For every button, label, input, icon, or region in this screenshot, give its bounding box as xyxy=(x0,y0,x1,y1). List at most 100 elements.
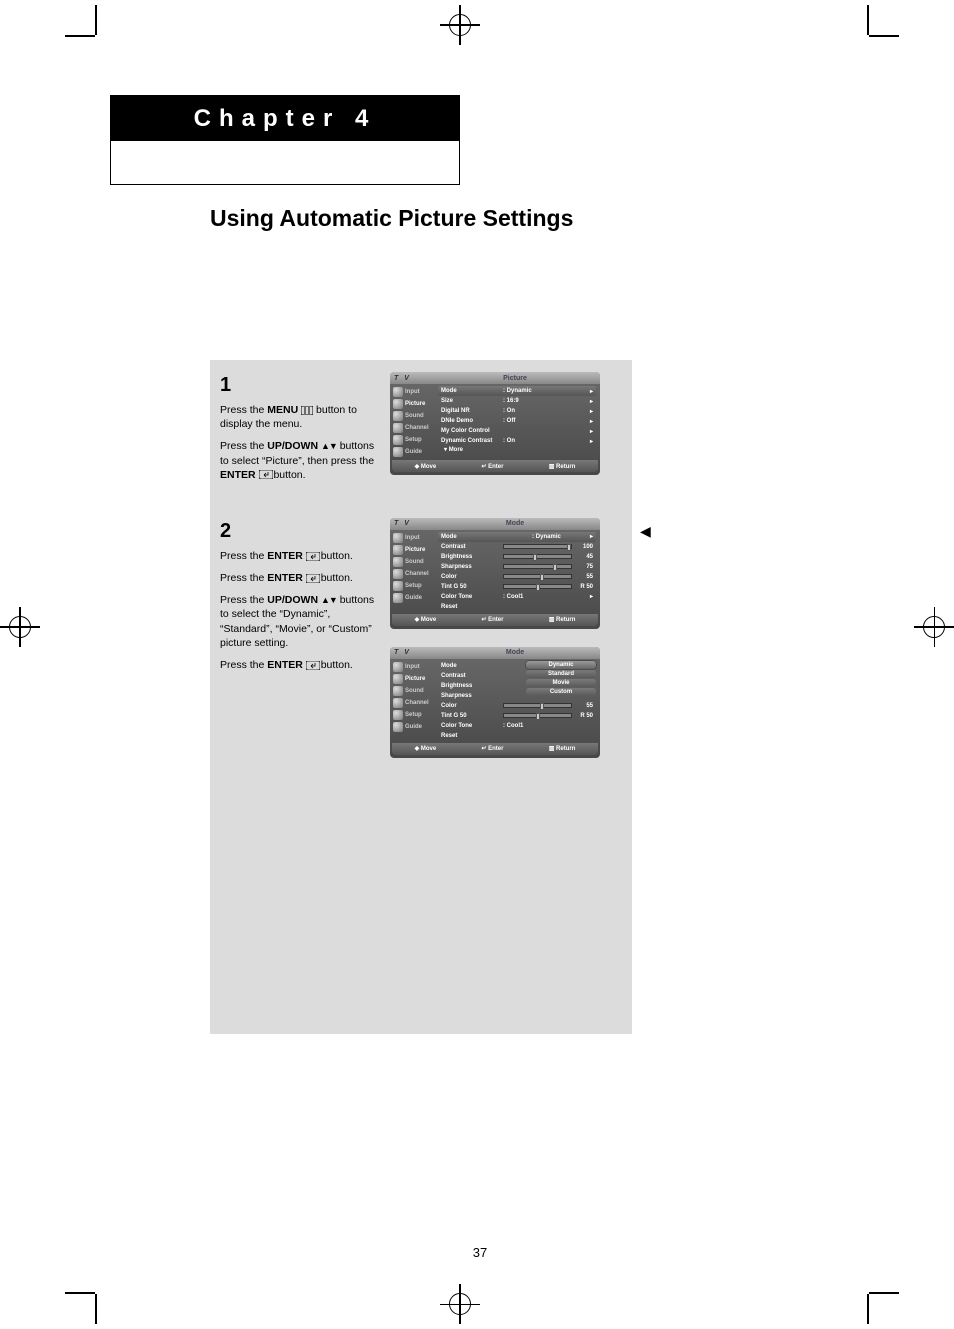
osd-row-label: Mode xyxy=(441,388,503,394)
return-icon: ▥ xyxy=(549,617,555,623)
sidebar-item: Channel xyxy=(405,700,429,706)
enter-label: ENTER xyxy=(267,572,303,584)
text: Press the xyxy=(220,659,267,671)
enter-label: ENTER xyxy=(267,659,303,671)
step-text: 2 Press the ENTER button. Press the ENTE… xyxy=(220,518,390,758)
arrow-right-icon: ▸ xyxy=(590,593,593,600)
osd-row-value: : Dynamic xyxy=(503,388,590,394)
osd-row-value: 100 xyxy=(575,544,593,550)
sidebar-item: Sound xyxy=(405,559,424,565)
enter-label: ENTER xyxy=(220,469,256,481)
sidebar-item: Setup xyxy=(405,712,422,718)
sidebar-item: Input xyxy=(405,535,420,541)
osd-row-value: 55 xyxy=(575,574,593,580)
step-2: 2 Press the ENTER button. Press the ENTE… xyxy=(210,506,632,774)
osd-row-label: My Color Control xyxy=(441,428,503,434)
sidebar-item: Channel xyxy=(405,571,429,577)
osd-row-value: : On xyxy=(503,438,590,444)
text: Press the xyxy=(220,440,267,452)
osd-row-value: 75 xyxy=(575,564,593,570)
updown-label: UP/DOWN xyxy=(267,594,318,606)
crop-mark xyxy=(95,1294,97,1324)
osd-foot-return: Return xyxy=(556,464,575,470)
sidebar-item: Channel xyxy=(405,425,429,431)
registration-mark xyxy=(449,14,471,36)
osd-row-value: 55 xyxy=(575,703,593,709)
slider xyxy=(503,544,572,549)
page-title: Using Automatic Picture Settings xyxy=(210,205,573,232)
move-icon: ◆ xyxy=(415,617,420,623)
arrow-right-icon: ▸ xyxy=(590,438,593,445)
crop-mark xyxy=(65,1292,95,1294)
text: Press the xyxy=(220,594,267,606)
osd-screenshot-picture: T V Picture Input Picture Sound Channel … xyxy=(390,372,600,475)
osd-row-value: : Off xyxy=(503,418,590,424)
sidebar-item: Sound xyxy=(405,413,424,419)
osd-row-label: Color xyxy=(441,703,503,709)
osd-row-label: Reset xyxy=(441,733,503,739)
text: button. xyxy=(321,550,353,562)
step-number: 2 xyxy=(220,518,380,545)
slider xyxy=(503,703,572,708)
crop-mark xyxy=(95,5,97,35)
mode-option-custom: Custom xyxy=(526,688,596,696)
osd-row-value: R 50 xyxy=(575,584,593,590)
enter-icon xyxy=(306,661,318,670)
osd-row-label: Digital NR xyxy=(441,408,503,414)
sidebar-item: Setup xyxy=(405,583,422,589)
chapter-header-box: Chapter 4 xyxy=(110,95,460,185)
osd-row-value: : Cool1 xyxy=(503,594,590,600)
step-number: 1 xyxy=(220,372,380,399)
sidebar-item: Picture xyxy=(405,676,425,682)
move-icon: ◆ xyxy=(415,464,420,470)
osd-row-value: : 16:9 xyxy=(503,398,590,404)
sidebar-item: Input xyxy=(405,389,420,395)
sidebar-item: Guide xyxy=(405,449,422,455)
mode-option-dynamic: Dynamic xyxy=(526,661,596,669)
arrow-right-icon: ▸ xyxy=(590,398,593,405)
mode-option-standard: Standard xyxy=(526,670,596,678)
osd-title: Picture xyxy=(434,375,596,382)
text: Press the xyxy=(220,404,267,416)
osd-more-label: More xyxy=(449,447,463,453)
osd-row-label: Color xyxy=(441,574,503,580)
updown-label: UP/DOWN xyxy=(267,440,318,452)
osd-row-label: Color Tone xyxy=(441,723,503,729)
osd-foot-enter: Enter xyxy=(488,746,503,752)
osd-foot-move: Move xyxy=(421,617,436,623)
enter-icon xyxy=(259,470,271,479)
osd-row-label: Tint G 50 xyxy=(441,584,503,590)
mode-option-movie: Movie xyxy=(526,679,596,687)
slider xyxy=(503,584,572,589)
osd-tv-label: T V xyxy=(394,520,434,527)
slider xyxy=(503,554,572,559)
step-text: 1 Press the MENU button to display the m… xyxy=(220,372,390,490)
sidebar-item: Sound xyxy=(405,688,424,694)
enter-icon: ↵ xyxy=(481,746,486,752)
arrow-right-icon: ▸ xyxy=(590,408,593,415)
osd-tv-label: T V xyxy=(394,375,434,382)
return-icon: ▥ xyxy=(549,746,555,752)
arrow-right-icon: ▸ xyxy=(590,388,593,395)
registration-mark xyxy=(9,616,31,638)
text: button. xyxy=(273,469,305,481)
osd-screenshot-mode-options: T V Mode Input Picture Sound Channel Set… xyxy=(390,647,600,758)
osd-foot-move: Move xyxy=(421,746,436,752)
sidebar-item: Setup xyxy=(405,437,422,443)
osd-tv-label: T V xyxy=(394,649,434,656)
osd-foot-return: Return xyxy=(556,746,575,752)
slider xyxy=(503,564,572,569)
crop-mark xyxy=(65,35,95,37)
updown-icon: ▲▼ xyxy=(321,441,337,451)
osd-row-label: Size xyxy=(441,398,503,404)
sidebar-item: Picture xyxy=(405,401,425,407)
osd-row-value: : On xyxy=(503,408,590,414)
step-1: 1 Press the MENU button to display the m… xyxy=(210,360,632,506)
crop-mark xyxy=(869,1292,899,1294)
enter-icon: ↵ xyxy=(481,617,486,623)
sidebar-item: Guide xyxy=(405,595,422,601)
osd-sidebar: Input Picture Sound Channel Setup Guide xyxy=(390,384,434,458)
slider xyxy=(503,574,572,579)
return-icon: ▥ xyxy=(549,464,555,470)
crop-mark xyxy=(867,1294,869,1324)
